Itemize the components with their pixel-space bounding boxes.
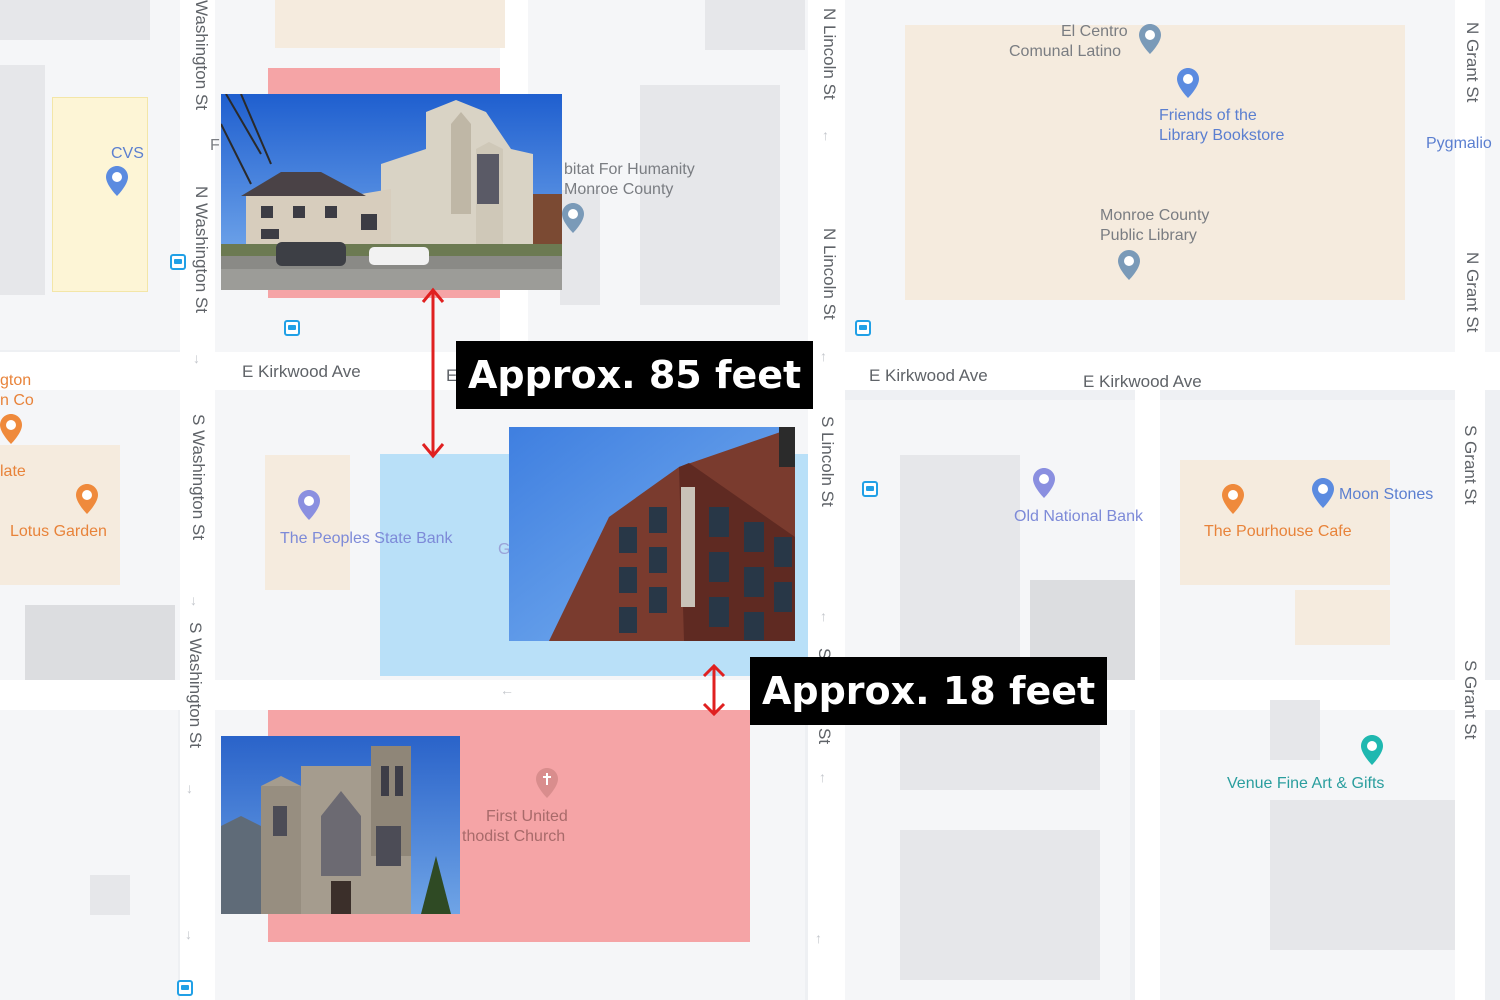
building: [25, 605, 175, 680]
building: [90, 875, 130, 915]
one-way-arrow-icon: ↑: [822, 127, 829, 143]
building: [1270, 700, 1320, 760]
one-way-arrow-icon: ↓: [185, 926, 192, 942]
building: [0, 65, 45, 295]
cvs-parcel: [52, 97, 148, 292]
street-label-n-grant: N Grant St: [1463, 252, 1482, 333]
north-building-photo: [221, 94, 562, 290]
poi-label-church[interactable]: thodist Church: [462, 827, 565, 847]
bus-stop-icon[interactable]: [855, 320, 871, 336]
block: [1485, 0, 1500, 360]
poi-label-friends-bookstore[interactable]: Friends of the: [1159, 106, 1257, 126]
parcel: [265, 455, 350, 590]
street-label-n-lincoln: N Lincoln St: [820, 228, 839, 320]
block: [0, 710, 178, 1000]
one-way-arrow-icon: ↑: [820, 348, 827, 364]
poi-label-el-centro[interactable]: El Centro: [1061, 22, 1128, 42]
poi-label-church[interactable]: First United: [486, 807, 568, 827]
street-label-e-kirkwood: E Kirkwood Ave: [242, 362, 361, 381]
poi-label-friends-bookstore[interactable]: Library Bookstore: [1159, 126, 1284, 146]
hotel-photo: [509, 427, 795, 641]
church-pin-icon[interactable]: [536, 768, 558, 798]
callout-18-feet: Approx. 18 feet: [750, 657, 1108, 725]
street-label-s-lincoln: St: [815, 728, 834, 745]
street-label-n-washington: N Washington St: [192, 186, 211, 313]
street-label-s-washington: S Washington St: [186, 622, 205, 748]
poi-label-pygmalion[interactable]: Pygmalio: [1426, 134, 1492, 154]
street-label-washington: Washington St: [192, 0, 211, 110]
restaurant-pin-icon[interactable]: [76, 484, 98, 514]
poi-label-pourhouse[interactable]: The Pourhouse Cafe: [1204, 522, 1352, 542]
bank-pin-icon[interactable]: [1033, 468, 1055, 498]
map-canvas[interactable]: E Kirkwood Ave E E Kirkwood Ave E Kirkwo…: [0, 0, 1500, 1000]
poi-label-partial: gton: [0, 372, 32, 389]
building: [900, 830, 1100, 980]
street-label-e-kirkwood: E Kirkwood Ave: [1083, 372, 1202, 391]
building: [705, 0, 805, 50]
poi-label-library[interactable]: Monroe County: [1100, 206, 1209, 226]
street-label-s-grant: S Grant St: [1461, 425, 1480, 505]
shopping-pin-icon[interactable]: [106, 166, 128, 196]
cafe-pin-icon[interactable]: [1222, 484, 1244, 514]
building: [900, 720, 1100, 790]
one-way-arrow-icon: ↓: [193, 350, 200, 366]
building: [0, 0, 150, 40]
bus-stop-icon[interactable]: [170, 254, 186, 270]
bus-stop-icon[interactable]: [284, 320, 300, 336]
poi-label-el-centro[interactable]: Comunal Latino: [1009, 42, 1121, 62]
one-way-arrow-icon: ↓: [190, 592, 197, 608]
callout-85-feet: Approx. 85 feet: [456, 341, 814, 409]
poi-label-venue[interactable]: Venue Fine Art & Gifts: [1227, 774, 1384, 794]
parcel: [1295, 590, 1390, 645]
one-way-arrow-icon: ←: [500, 682, 514, 698]
one-way-arrow-icon: ↑: [819, 769, 826, 785]
one-way-arrow-icon: ↑: [820, 608, 827, 624]
street-label-s-washington: S Washington St: [189, 414, 208, 540]
bank-pin-icon[interactable]: [298, 490, 320, 520]
street-label-e-kirkwood: E Kirkwood Ave: [869, 366, 988, 385]
poi-label-habitat[interactable]: bitat For Humanity: [564, 160, 695, 180]
poi-label-peoples-bank[interactable]: The Peoples State Bank: [280, 529, 453, 549]
poi-label-cvs[interactable]: CVS: [111, 144, 144, 164]
church-photo: [221, 736, 460, 914]
poi-label-old-national-bank[interactable]: Old National Bank: [1014, 507, 1143, 527]
building: [900, 455, 1020, 680]
street-label-n-grant: N Grant St: [1463, 22, 1482, 103]
parcel: [905, 25, 1405, 300]
poi-label-partial: F: [210, 137, 220, 154]
shopping-pin-icon[interactable]: [1177, 68, 1199, 98]
place-pin-icon[interactable]: [1139, 24, 1161, 54]
place-pin-icon[interactable]: [562, 203, 584, 233]
road-alley: [1135, 390, 1160, 1000]
art-pin-icon[interactable]: [1361, 735, 1383, 765]
street-label-n-lincoln: N Lincoln St: [820, 8, 839, 100]
one-way-arrow-icon: ↑: [815, 930, 822, 946]
street-label-s-lincoln: S Lincoln St: [818, 416, 837, 507]
poi-label-partial: n Co: [0, 392, 34, 409]
poi-label-lotus-garden[interactable]: Lotus Garden: [10, 522, 107, 542]
building: [1270, 800, 1455, 950]
distance-arrow-85ft: [421, 287, 445, 459]
shopping-pin-icon[interactable]: [1312, 478, 1334, 508]
poi-label-habitat[interactable]: Monroe County: [564, 180, 673, 200]
poi-label-library[interactable]: Public Library: [1100, 226, 1197, 246]
poi-label-moon-stones[interactable]: Moon Stones: [1339, 485, 1433, 505]
parcel: [275, 0, 505, 48]
one-way-arrow-icon: ↓: [186, 780, 193, 796]
poi-label-partial: late: [0, 463, 26, 480]
restaurant-pin-icon[interactable]: [0, 414, 22, 444]
library-pin-icon[interactable]: [1118, 250, 1140, 280]
bus-stop-icon[interactable]: [862, 481, 878, 497]
distance-arrow-18ft: [702, 663, 726, 717]
bus-stop-icon[interactable]: [177, 980, 193, 996]
street-label-s-grant: S Grant St: [1461, 660, 1480, 740]
